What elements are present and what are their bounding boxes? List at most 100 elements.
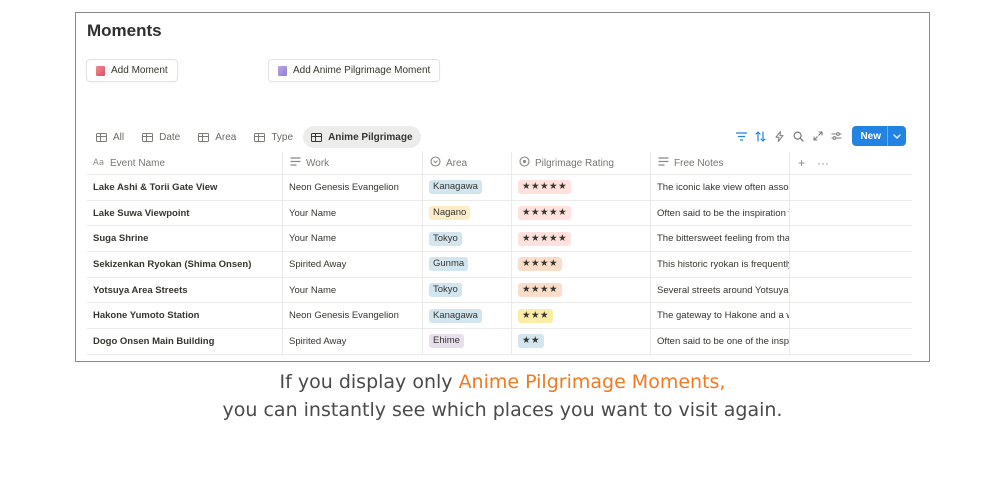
area-cell[interactable]: Tokyo: [423, 277, 512, 303]
notes-cell[interactable]: The bittersweet feeling from that: [651, 226, 790, 252]
database-toolbar: New: [732, 126, 906, 146]
area-tag: Tokyo: [429, 231, 462, 246]
notes-cell[interactable]: This historic ryokan is frequently: [651, 252, 790, 277]
event-name: Yotsuya Area Streets: [93, 284, 188, 296]
area-cell[interactable]: Ehime: [423, 329, 512, 354]
new-button[interactable]: New: [852, 126, 906, 146]
rating-cell[interactable]: ★★★: [512, 303, 651, 329]
tab-all[interactable]: All: [88, 126, 132, 148]
tab-label: Area: [215, 131, 237, 143]
event-name-cell[interactable]: Hakone Yumoto Station: [87, 303, 283, 329]
rating-stars: ★★: [518, 334, 545, 349]
filter-icon[interactable]: [732, 126, 751, 146]
search-icon[interactable]: [789, 126, 808, 146]
rating-stars: ★★★★: [518, 257, 563, 272]
event-name-cell[interactable]: Suga Shrine: [87, 226, 283, 252]
new-button-label: New: [860, 130, 881, 142]
table-row[interactable]: Lake Suwa Viewpoint Your Name Nagano ★★★★★ O…: [87, 200, 912, 227]
caption-highlight: Anime Pilgrimage Moments,: [458, 371, 726, 393]
more-options-icon[interactable]: ···: [817, 156, 829, 170]
work-cell[interactable]: Neon Genesis Evangelion: [283, 303, 423, 329]
event-name-cell[interactable]: Lake Suwa Viewpoint: [87, 200, 283, 226]
event-name-cell[interactable]: Dogo Onsen Main Building: [87, 329, 283, 354]
work-cell[interactable]: Neon Genesis Evangelion: [283, 175, 423, 200]
column-header-work[interactable]: Work: [283, 152, 423, 174]
area-tag: Tokyo: [429, 283, 462, 298]
work-name: Spirited Away: [289, 258, 347, 270]
area-cell[interactable]: Kanagawa: [423, 175, 512, 200]
work-name: Spirited Away: [289, 335, 347, 347]
column-header-area[interactable]: Area: [423, 152, 512, 174]
rating-cell[interactable]: ★★: [512, 329, 651, 354]
rating-cell[interactable]: ★★★★: [512, 277, 651, 303]
rating-stars: ★★★★: [518, 283, 563, 298]
table-row[interactable]: Hakone Yumoto Station Neon Genesis Evange…: [87, 303, 912, 330]
free-notes: Often said to be the inspiration for: [657, 207, 790, 219]
column-label: Pilgrimage Rating: [535, 157, 614, 169]
automation-bolt-icon[interactable]: [770, 126, 789, 146]
table-row[interactable]: Lake Ashi & Torii Gate View Neon Genesis …: [87, 175, 912, 201]
work-cell[interactable]: Spirited Away: [283, 329, 423, 354]
event-name: Hakone Yumoto Station: [93, 310, 200, 322]
table-view-icon: [142, 132, 154, 142]
select-property-icon: [429, 156, 441, 170]
tab-date[interactable]: Date: [134, 126, 188, 148]
work-cell[interactable]: Spirited Away: [283, 252, 423, 277]
work-cell[interactable]: Your Name: [283, 226, 423, 252]
work-name: Neon Genesis Evangelion: [289, 310, 399, 322]
notes-cell[interactable]: The gateway to Hakone and a well: [651, 303, 790, 329]
caption-line-2: you can instantly see which places you w…: [222, 399, 783, 421]
free-notes: The iconic lake view often associated: [657, 181, 789, 193]
work-name: Your Name: [289, 284, 337, 296]
table-row[interactable]: Dogo Onsen Main Building Spirited Away Ehi…: [87, 329, 912, 355]
event-name-cell[interactable]: Sekizenkan Ryokan (Shima Onsen): [87, 252, 283, 277]
add-property-plus-icon[interactable]: +: [798, 156, 805, 170]
notes-cell[interactable]: The iconic lake view often associated: [651, 175, 790, 200]
text-property-icon: Aa: [93, 157, 105, 169]
notes-cell[interactable]: Often said to be one of the inspirations: [651, 329, 790, 354]
tab-type[interactable]: Type: [246, 126, 301, 148]
add-moment-label: Add Moment: [111, 65, 168, 76]
rating-cell[interactable]: ★★★★★: [512, 200, 651, 226]
area-cell[interactable]: Tokyo: [423, 226, 512, 252]
expand-icon[interactable]: [808, 126, 827, 146]
notes-cell[interactable]: Several streets around Yotsuya: [651, 277, 790, 303]
tab-anime-pilgrimage[interactable]: Anime Pilgrimage: [303, 126, 421, 148]
rating-stars: ★★★★★: [518, 206, 572, 221]
table-body: Lake Ashi & Torii Gate View Neon Genesis …: [87, 175, 912, 355]
table-row[interactable]: Yotsuya Area Streets Your Name Tokyo ★★★★ Se…: [87, 277, 912, 304]
table-row[interactable]: Sekizenkan Ryokan (Shima Onsen) Spirited …: [87, 252, 912, 278]
add-anime-pilgrimage-moment-button[interactable]: Add Anime Pilgrimage Moment: [268, 59, 441, 82]
notion-database-window: Moments Add Moment Add Anime Pilgrimage …: [75, 12, 930, 362]
free-notes: Several streets around Yotsuya: [657, 284, 789, 296]
area-tag: Ehime: [429, 334, 464, 349]
free-notes: Often said to be one of the inspirations: [657, 335, 790, 347]
work-name: Your Name: [289, 233, 337, 245]
free-notes: The bittersweet feeling from that: [657, 233, 790, 245]
settings-sliders-icon[interactable]: [827, 126, 846, 146]
tab-area[interactable]: Area: [190, 126, 244, 148]
column-header-pilgrimage-rating[interactable]: Pilgrimage Rating: [512, 152, 651, 174]
event-name-cell[interactable]: Yotsuya Area Streets: [87, 277, 283, 303]
area-cell[interactable]: Gunma: [423, 252, 512, 277]
rating-cell[interactable]: ★★★★★: [512, 226, 651, 252]
work-name: Your Name: [289, 207, 337, 219]
work-cell[interactable]: Your Name: [283, 200, 423, 226]
work-cell[interactable]: Your Name: [283, 277, 423, 303]
add-moment-button[interactable]: Add Moment: [86, 59, 178, 82]
column-header-event-name[interactable]: Aa Event Name: [87, 152, 283, 174]
caption-prefix: If you display only: [279, 371, 459, 393]
lines-property-icon: [657, 157, 669, 169]
area-cell[interactable]: Nagano: [423, 200, 512, 226]
event-name-cell[interactable]: Lake Ashi & Torii Gate View: [87, 175, 283, 200]
rating-cell[interactable]: ★★★★★: [512, 175, 651, 200]
notes-cell[interactable]: Often said to be the inspiration for: [651, 200, 790, 226]
table-view-icon: [254, 132, 266, 142]
chevron-down-icon[interactable]: [887, 126, 906, 146]
sort-icon[interactable]: [751, 126, 770, 146]
area-cell[interactable]: Kanagawa: [423, 303, 512, 329]
column-header-free-notes[interactable]: Free Notes: [651, 152, 790, 174]
lines-property-icon: [289, 157, 301, 169]
rating-cell[interactable]: ★★★★: [512, 252, 651, 277]
table-row[interactable]: Suga Shrine Your Name Tokyo ★★★★★ The bitter…: [87, 226, 912, 253]
